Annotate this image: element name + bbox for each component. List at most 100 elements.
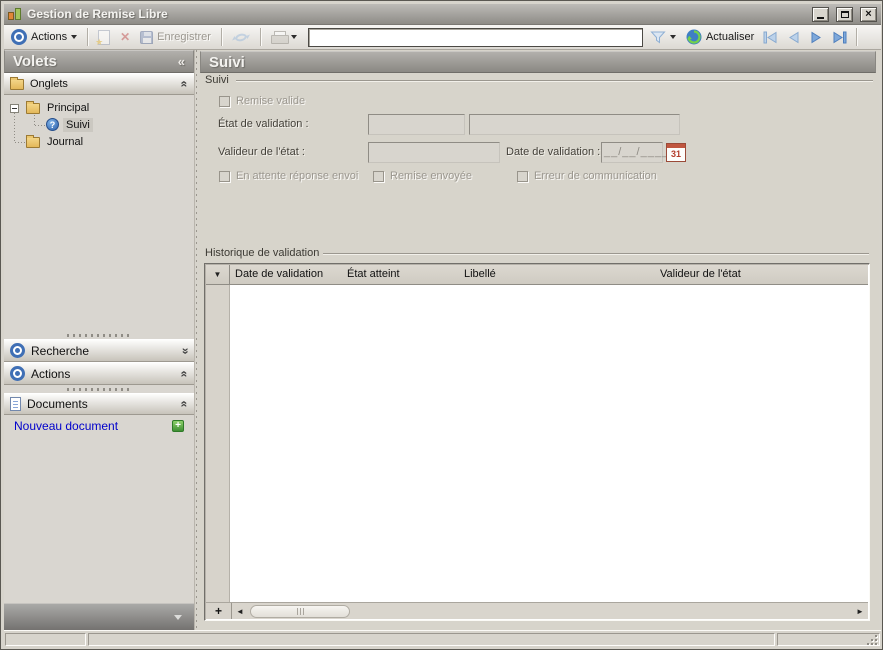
actions-target-icon [10, 366, 25, 381]
date-validation-field[interactable]: __/__/____ [601, 142, 668, 163]
tree-item-suivi[interactable]: Suivi [63, 118, 93, 132]
hscroll-thumb[interactable] [250, 604, 350, 618]
nav-first-button[interactable] [761, 28, 780, 46]
scroll-right-button[interactable]: ► [852, 603, 868, 619]
status-panel-3 [777, 633, 880, 646]
historique-grid: ▼ Date de validation État atteint Libell… [204, 263, 870, 621]
actions-menu-button[interactable]: Actions [8, 28, 80, 46]
sidebar-options-bar[interactable] [4, 603, 194, 630]
refresh-button[interactable]: Actualiser [683, 28, 757, 46]
collapse-up-icon[interactable]: « [178, 401, 192, 408]
print-dropdown-icon[interactable] [290, 35, 297, 39]
minimize-icon [817, 16, 824, 19]
refresh-label: Actualiser [705, 31, 755, 43]
window-title: Gestion de Remise Libre [27, 7, 168, 21]
search-input[interactable] [307, 27, 643, 47]
help-icon: ? [46, 118, 59, 131]
remise-valide-checkbox[interactable] [219, 96, 230, 107]
delete-button[interactable]: ✕ [117, 29, 133, 45]
save-button[interactable]: Enregistrer [137, 30, 214, 45]
column-header-libelle[interactable]: Libellé [464, 268, 496, 280]
actions-panel-label: Actions [31, 366, 71, 381]
filter-dropdown-icon[interactable] [669, 35, 676, 39]
add-plus-icon[interactable]: + [172, 420, 184, 432]
sync-button[interactable] [229, 29, 253, 46]
resize-grip[interactable] [875, 643, 877, 645]
panel-header-onglets[interactable]: Onglets « [4, 73, 194, 95]
tree-collapse-toggle[interactable] [10, 104, 19, 113]
close-button[interactable]: × [860, 6, 877, 22]
envoyee-label: Remise envoyée [390, 170, 472, 182]
toolbar-separator [259, 28, 261, 46]
resize-grip [875, 639, 877, 641]
chevron-down-icon [71, 35, 78, 39]
print-button[interactable] [268, 30, 300, 45]
chevron-down-icon [174, 614, 182, 620]
column-header-etat[interactable]: État atteint [347, 268, 400, 280]
title-bar[interactable]: Gestion de Remise Libre × [4, 4, 881, 25]
nav-previous-button[interactable] [784, 28, 803, 46]
collapse-up-icon[interactable]: « [178, 81, 192, 88]
status-bar [4, 630, 881, 648]
collapse-sidebar-icon[interactable]: « [178, 54, 185, 69]
erreur-checkbox[interactable] [517, 171, 528, 182]
panel-header-actions[interactable]: Actions « [4, 362, 194, 385]
splitter-handle [67, 333, 131, 337]
panel-header-documents[interactable]: Documents « [4, 393, 194, 415]
attente-label: En attente réponse envoi [236, 170, 359, 182]
maximize-button[interactable] [836, 6, 853, 22]
tree-connector [14, 113, 15, 143]
attente-checkbox[interactable] [219, 171, 230, 182]
calendar-icon: 31 [670, 149, 681, 159]
tree-item-principal[interactable]: Principal [44, 101, 92, 115]
resize-grip [871, 639, 873, 641]
delete-icon: ✕ [120, 30, 131, 44]
scroll-left-button[interactable]: ◄ [232, 603, 248, 619]
nav-last-icon [833, 31, 847, 43]
filter-button[interactable] [647, 30, 679, 45]
panel-splitter[interactable] [4, 385, 194, 393]
column-header-valideur[interactable]: Valideur de l'état [660, 268, 741, 280]
onglets-tree: Principal ? Suivi Journal [4, 95, 194, 331]
valideur-etat-label: Valideur de l'état : [218, 146, 305, 158]
panel-splitter[interactable] [4, 331, 194, 339]
document-icon [10, 397, 21, 411]
save-icon [140, 30, 154, 44]
grid-body-empty [231, 285, 868, 602]
nav-last-button[interactable] [830, 28, 849, 46]
tree-item-journal[interactable]: Journal [44, 135, 86, 149]
tree-connector [15, 142, 26, 143]
envoyee-checkbox[interactable] [373, 171, 384, 182]
remise-valide-label: Remise valide [236, 95, 306, 107]
filter-arrow-icon: ▼ [213, 270, 222, 279]
new-document-icon [95, 29, 111, 48]
historique-group-line [323, 253, 869, 254]
actions-menu-label: Actions [31, 31, 68, 43]
grid-indicator-header[interactable]: ▼ [206, 265, 230, 284]
sync-icon [231, 33, 250, 41]
onglets-label: Onglets [30, 78, 68, 90]
app-window: Gestion de Remise Libre × Actions ✕ Enre… [0, 0, 883, 650]
new-document-link[interactable]: Nouveau document [14, 419, 166, 433]
save-label: Enregistrer [157, 31, 211, 43]
sidebar-title: Volets [13, 53, 57, 70]
append-row-button[interactable]: + [206, 603, 232, 619]
recherche-target-icon [10, 343, 25, 358]
valideur-field[interactable] [368, 142, 500, 163]
splitter-handle [67, 387, 131, 391]
expand-down-icon[interactable]: « [178, 347, 192, 354]
main-header-title: Suivi [209, 53, 245, 71]
historique-group-label: Historique de validation [205, 247, 320, 259]
etat-libelle-field[interactable] [469, 114, 680, 135]
minimize-button[interactable] [812, 6, 829, 22]
panel-header-recherche[interactable]: Recherche « [4, 339, 194, 362]
new-document-button[interactable] [95, 29, 113, 48]
column-header-date[interactable]: Date de validation [235, 268, 323, 280]
etat-code-field[interactable] [368, 114, 465, 135]
nav-next-button[interactable] [807, 28, 826, 46]
collapse-up-icon[interactable]: « [178, 370, 192, 377]
sidebar-header: Volets « [4, 50, 194, 73]
maximize-icon [840, 10, 849, 18]
grid-header-row: ▼ Date de validation État atteint Libell… [206, 265, 868, 285]
calendar-button[interactable]: 31 [666, 143, 686, 162]
